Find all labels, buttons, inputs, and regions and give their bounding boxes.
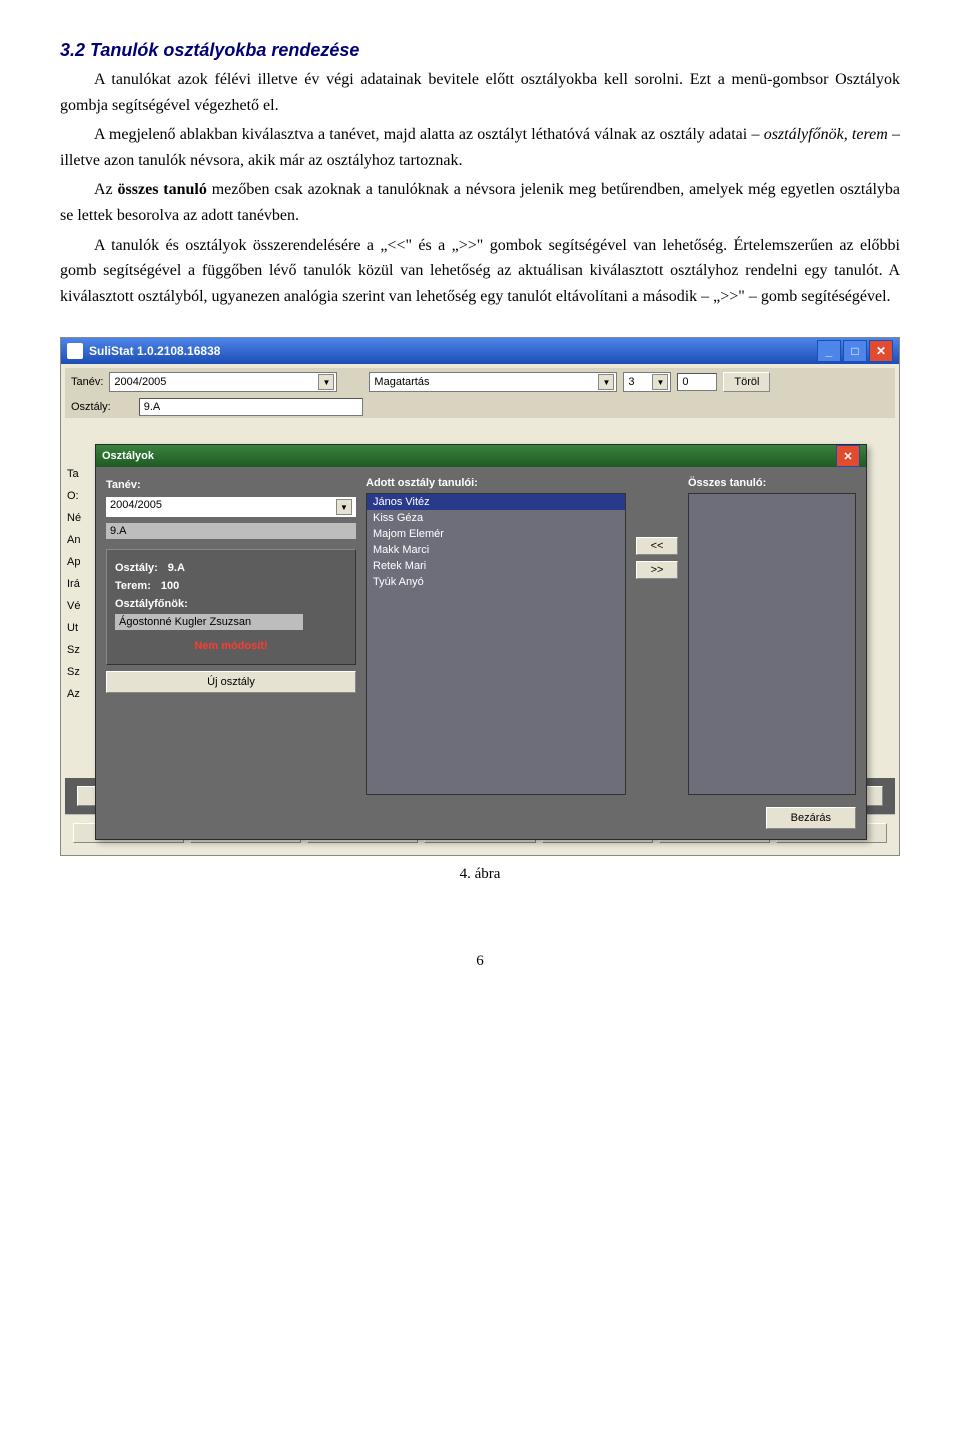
- modal-title: Osztályok: [102, 450, 154, 462]
- adott-label: Adott osztály tanulói:: [366, 477, 626, 489]
- osztaly-lbl: Osztály:: [115, 562, 158, 574]
- list-item[interactable]: Retek Mari: [367, 558, 625, 574]
- modal-students-panel: Adott osztály tanulói: János Vitéz Kiss …: [366, 477, 626, 795]
- chevron-down-icon: ▼: [652, 374, 668, 390]
- list-item[interactable]: Makk Marci: [367, 542, 625, 558]
- side-row: Sz: [67, 666, 81, 678]
- chevron-down-icon: ▼: [318, 374, 334, 390]
- side-row: An: [67, 534, 81, 546]
- screenshot-container: SuliStat 1.0.2108.16838 _ □ ✕ Tanév: 200…: [60, 337, 900, 856]
- minimize-button[interactable]: _: [817, 340, 841, 362]
- side-row: O:: [67, 490, 81, 502]
- class-details-panel: Osztály: 9.A Terem: 100 Osztályfőnök: Ág…: [106, 549, 356, 665]
- maximize-button[interactable]: □: [843, 340, 867, 362]
- app-body: Tanév: 2004/2005 ▼ Magatartás ▼ 3 ▼ 0 Tö…: [61, 364, 899, 855]
- all-students-list[interactable]: [688, 493, 856, 795]
- app-titlebar: SuliStat 1.0.2108.16838 _ □ ✕: [61, 338, 899, 364]
- tanev-value: 2004/2005: [114, 376, 166, 388]
- move-right-button[interactable]: >>: [636, 561, 678, 579]
- modal-tanev-select[interactable]: 2004/2005 ▼: [106, 497, 356, 517]
- close-button[interactable]: ✕: [869, 340, 893, 362]
- side-row: Sz: [67, 644, 81, 656]
- new-class-button[interactable]: Új osztály: [106, 671, 356, 693]
- p3-bold: összes tanuló: [118, 181, 207, 198]
- class-students-list[interactable]: János Vitéz Kiss Géza Majom Elemér Makk …: [366, 493, 626, 795]
- modal-close-button[interactable]: ✕: [836, 445, 860, 467]
- osztaly-row: Osztály: 9.A: [115, 562, 347, 574]
- modal-body: Tanév: 2004/2005 ▼ 9.A Osztály: 9.A: [96, 467, 866, 801]
- osztaly-val: 9.A: [168, 562, 185, 574]
- modal-all-students-panel: Összes tanuló:: [688, 477, 856, 795]
- ofn-lbl: Osztályfőnök:: [115, 598, 347, 610]
- num1-value: 3: [628, 376, 634, 388]
- transfer-buttons: << >>: [636, 537, 678, 795]
- side-row: Ta: [67, 468, 81, 480]
- side-row: Né: [67, 512, 81, 524]
- app-icon: [67, 343, 83, 359]
- terem-row: Terem: 100: [115, 580, 347, 592]
- chevron-down-icon: ▼: [598, 374, 614, 390]
- ofn-input[interactable]: Ágostonné Kugler Zsuzsan: [115, 614, 303, 630]
- modal-tanev-label: Tanév:: [106, 479, 356, 491]
- side-row: Ap: [67, 556, 81, 568]
- classes-modal: Osztályok ✕ Tanév: 2004/2005 ▼ 9.A Oszt: [95, 444, 867, 840]
- top-row-2: Osztály: 9.A: [65, 396, 895, 418]
- modal-tanev-value: 2004/2005: [110, 499, 162, 515]
- side-row: Ut: [67, 622, 81, 634]
- app-title: SuliStat 1.0.2108.16838: [89, 344, 220, 358]
- list-item[interactable]: Kiss Géza: [367, 510, 625, 526]
- list-item[interactable]: Majom Elemér: [367, 526, 625, 542]
- terem-val: 100: [161, 580, 179, 592]
- terem-lbl: Terem:: [115, 580, 151, 592]
- side-row: Vé: [67, 600, 81, 612]
- subject-value: Magatartás: [374, 376, 429, 388]
- delete-button[interactable]: Töröl: [723, 372, 770, 392]
- osztaly-field[interactable]: 9.A: [139, 398, 363, 416]
- p2-text-a: A megjelenő ablakban kiválasztva a tanév…: [94, 126, 764, 143]
- list-item[interactable]: Tyúk Anyó: [367, 574, 625, 590]
- warning-text: Nem módosít!: [115, 640, 347, 652]
- figure-caption: 4. ábra: [60, 866, 900, 883]
- paragraph-1: A tanulókat azok félévi illetve év végi …: [60, 67, 900, 118]
- page-number: 6: [60, 953, 900, 970]
- tanev-label: Tanév:: [71, 376, 103, 388]
- top-row-1: Tanév: 2004/2005 ▼ Magatartás ▼ 3 ▼ 0 Tö…: [65, 368, 895, 396]
- modal-class-value: 9.A: [110, 525, 127, 537]
- section-heading: 3.2 Tanulók osztályokba rendezése: [60, 40, 900, 61]
- window-buttons: _ □ ✕: [817, 340, 893, 362]
- paragraph-2: A megjelenő ablakban kiválasztva a tanév…: [60, 122, 900, 173]
- osztaly-label: Osztály:: [71, 401, 111, 413]
- paragraph-4: A tanulók és osztályok összerendelésére …: [60, 233, 900, 310]
- num2-field[interactable]: 0: [677, 373, 717, 391]
- paragraph-3: Az összes tanuló mezőben csak azoknak a …: [60, 177, 900, 228]
- modal-class-select[interactable]: 9.A: [106, 523, 356, 539]
- modal-footer: Bezárás: [96, 801, 866, 839]
- side-row: Irá: [67, 578, 81, 590]
- num1-select[interactable]: 3 ▼: [623, 372, 671, 392]
- p2-italic: osztályfőnök, terem: [764, 126, 888, 143]
- chevron-down-icon: ▼: [336, 499, 352, 515]
- osszes-label: Összes tanuló:: [688, 477, 856, 489]
- p3-text-a: Az: [94, 181, 118, 198]
- move-left-button[interactable]: <<: [636, 537, 678, 555]
- side-letter-column: Ta O: Né An Ap Irá Vé Ut Sz Sz Az: [67, 468, 81, 700]
- subject-select[interactable]: Magatartás ▼: [369, 372, 617, 392]
- tanev-select[interactable]: 2004/2005 ▼: [109, 372, 337, 392]
- modal-left-panel: Tanév: 2004/2005 ▼ 9.A Osztály: 9.A: [106, 477, 356, 795]
- list-item[interactable]: János Vitéz: [367, 494, 625, 510]
- modal-close-btn[interactable]: Bezárás: [766, 807, 856, 829]
- modal-titlebar: Osztályok ✕: [96, 445, 866, 467]
- side-row: Az: [67, 688, 81, 700]
- ofn-row: Osztályfőnök: Ágostonné Kugler Zsuzsan: [115, 598, 347, 630]
